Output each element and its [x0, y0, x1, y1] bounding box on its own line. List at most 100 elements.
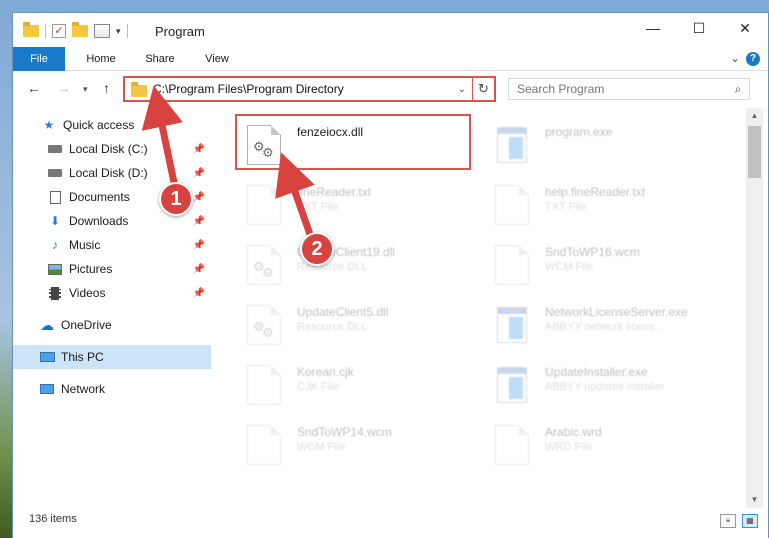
search-box[interactable]: ⌕	[508, 78, 750, 100]
file-item-sndtowp14-wcm[interactable]: SndToWP14.wcm WCM File	[233, 419, 473, 469]
file-item-updateinstaller-exe[interactable]: UpdateInstaller.exe ABBYY updates instal…	[481, 359, 721, 409]
pin-icon[interactable]: 📌	[193, 144, 205, 155]
up-arrow-icon[interactable]: ↑	[103, 80, 110, 96]
pin-icon[interactable]: 📌	[193, 192, 205, 203]
help-icon[interactable]: ?	[746, 52, 760, 66]
pin-icon[interactable]: 📌	[193, 240, 205, 251]
sidebar-item-onedrive[interactable]: ☁ OneDrive	[13, 313, 211, 337]
sidebar-item-videos[interactable]: Videos 📌	[13, 281, 211, 305]
computer-icon	[39, 350, 55, 364]
step-2-badge: 2	[300, 232, 334, 266]
forward-arrow-icon[interactable]: →	[57, 80, 71, 96]
sidebar-item-quick-access[interactable]: ★ Quick access	[13, 113, 211, 137]
file-item-networklicenseserver-exe[interactable]: NetworkLicenseServer.exe ABBYY network l…	[481, 299, 721, 349]
tab-home[interactable]: Home	[77, 47, 125, 71]
file-name: SndToWP16.wcm	[545, 245, 640, 259]
details-view-icon[interactable]: ≡	[720, 514, 736, 528]
drive-icon	[47, 142, 63, 156]
scroll-thumb[interactable]	[748, 126, 761, 178]
sidebar-item-local-disk-d[interactable]: Local Disk (D:) 📌	[13, 161, 211, 185]
folder-icon	[131, 81, 147, 97]
address-bar[interactable]: C:\Program Files\Program Directory ⌄ ↻	[123, 76, 496, 102]
file-item-updateclient19-dll[interactable]: ⚙ ⚙ UpdateClient19.dll Resource DLL	[233, 239, 473, 289]
sidebar-item-label: This PC	[61, 350, 104, 364]
file-type: Resource DLL	[297, 321, 368, 333]
file-name: UpdateClient5.dll	[297, 305, 389, 319]
pictures-icon	[47, 262, 63, 276]
tab-file[interactable]: File	[13, 47, 65, 71]
file-item-korean-cjk[interactable]: Korean.cjk CJK File	[233, 359, 473, 409]
search-icon[interactable]: ⌕	[727, 82, 749, 97]
sidebar-item-music[interactable]: ♪ Music 📌	[13, 233, 211, 257]
search-input[interactable]	[517, 82, 727, 96]
music-icon: ♪	[52, 238, 58, 252]
pin-icon[interactable]: 📌	[193, 216, 205, 227]
file-item-program-exe[interactable]: program.exe	[481, 119, 721, 169]
dll-file-icon: ⚙ ⚙	[247, 245, 281, 285]
window-title: Program	[155, 24, 205, 39]
sidebar-item-label: Downloads	[69, 214, 129, 228]
sidebar-item-label: Local Disk (C:)	[69, 142, 148, 156]
scroll-down-icon[interactable]: ▼	[746, 492, 763, 508]
file-item-sndtowp16-wcm[interactable]: SndToWP16.wcm WCM File	[481, 239, 721, 289]
tiles-view-icon[interactable]: ▦	[742, 514, 758, 528]
sidebar-item-pictures[interactable]: Pictures 📌	[13, 257, 211, 281]
tab-view[interactable]: View	[193, 47, 241, 71]
text-file-icon	[247, 365, 281, 405]
close-button[interactable]: ✕	[722, 13, 768, 43]
exe-file-icon	[495, 125, 529, 165]
drive-icon	[47, 166, 63, 180]
tab-share[interactable]: Share	[136, 47, 184, 71]
file-type: ABBYY network licens...	[545, 321, 664, 333]
vertical-scrollbar[interactable]: ▲ ▼	[746, 108, 763, 508]
file-item-finereader-txt[interactable]: fineReader.txt TXT File	[233, 179, 473, 229]
file-item-help-finereader-txt[interactable]: help.fineReader.txt TXT File	[481, 179, 721, 229]
sidebar-item-label: Local Disk (D:)	[69, 166, 148, 180]
sidebar-item-label: Music	[69, 238, 101, 252]
folder-icon	[23, 22, 39, 37]
file-type: ABBYY updates installer	[545, 381, 665, 393]
file-item-arabic-wrd[interactable]: Arabic.wrd WRD File	[481, 419, 721, 469]
recent-locations-icon[interactable]: ▾	[83, 84, 88, 95]
step-1-badge: 1	[159, 182, 193, 216]
new-folder-icon[interactable]	[72, 22, 88, 37]
chevron-down-icon[interactable]: ⌄	[458, 84, 466, 95]
address-path[interactable]: C:\Program Files\Program Directory	[153, 82, 458, 96]
maximize-button[interactable]: ☐	[676, 13, 722, 43]
sidebar-item-label: OneDrive	[61, 318, 112, 332]
chevron-down-icon[interactable]: ▾	[116, 26, 121, 37]
file-item-updateclient5-dll[interactable]: ⚙ ⚙ UpdateClient5.dll Resource DLL	[233, 299, 473, 349]
file-name: SndToWP14.wcm	[297, 425, 392, 439]
back-arrow-icon[interactable]: ←	[27, 80, 41, 96]
text-file-icon	[247, 425, 281, 465]
text-file-icon	[247, 185, 281, 225]
customize-toolbar-icon[interactable]	[94, 24, 110, 38]
documents-icon	[47, 190, 63, 204]
sidebar-item-local-disk-c[interactable]: Local Disk (C:) 📌	[13, 137, 211, 161]
text-file-icon	[495, 185, 529, 225]
minimize-button[interactable]: —	[630, 13, 676, 43]
file-list: ⚙ ⚙ fenzeiocx.dll program.exe fineReader…	[219, 111, 744, 508]
view-switcher: ≡ ▦	[720, 514, 758, 528]
expand-ribbon-icon[interactable]: ⌄	[730, 51, 740, 65]
file-name: fineReader.txt	[297, 185, 372, 199]
sidebar-item-label: Network	[61, 382, 106, 396]
dll-file-icon: ⚙ ⚙	[247, 305, 281, 345]
refresh-icon[interactable]: ↻	[472, 78, 494, 100]
properties-check-icon[interactable]: ✓	[52, 24, 66, 38]
pin-icon[interactable]: 📌	[193, 288, 205, 299]
divider	[45, 24, 46, 38]
scroll-up-icon[interactable]: ▲	[746, 108, 763, 124]
sidebar-item-label: Videos	[69, 286, 106, 300]
window-controls: — ☐ ✕	[630, 13, 768, 47]
text-file-icon	[495, 245, 529, 285]
pin-icon[interactable]: 📌	[193, 168, 205, 179]
navigation-pane: ★ Quick access Local Disk (C:) 📌 Local D…	[13, 113, 211, 508]
pin-icon[interactable]: 📌	[193, 264, 205, 275]
file-name: help.fineReader.txt	[545, 185, 646, 199]
star-icon: ★	[43, 118, 55, 132]
sidebar-item-network[interactable]: Network	[13, 377, 211, 401]
sidebar-item-this-pc[interactable]: This PC	[13, 345, 211, 369]
file-type: TXT File	[545, 201, 587, 213]
text-file-icon	[495, 425, 529, 465]
